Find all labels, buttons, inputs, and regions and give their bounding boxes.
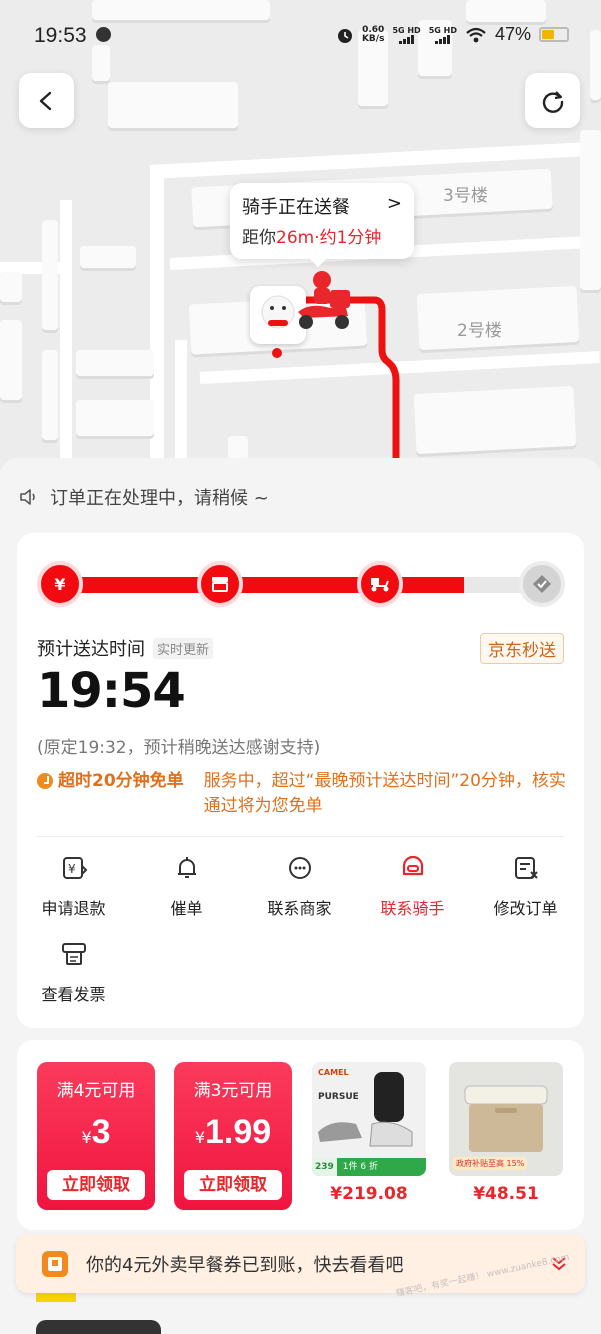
coupon-gift-icon: [42, 1250, 68, 1277]
back-arrow-icon: [39, 91, 51, 110]
processing-notice: 订单正在处理中，请稍候 ~: [18, 484, 269, 510]
bottom-item-peek: [36, 1320, 161, 1334]
coupon-recommend-card: 满4元可用 ¥3 立即领取 满3元可用 ¥1.99 立即领取 CAMEL PUR…: [17, 1040, 584, 1230]
jd-express-badge: 京东秒送: [480, 633, 564, 664]
sim1-label: 5G HD: [392, 25, 421, 35]
eta-label-row: 预计送达时间 实时更新: [37, 635, 214, 661]
coupon-arrival-toast[interactable]: 你的4元外卖早餐券已到账，快去看看吧 赚客吧，有奖一起赚！ www.zuanke…: [16, 1234, 585, 1299]
edit-order-icon: [514, 857, 538, 879]
contact-merchant-button[interactable]: 联系商家: [243, 853, 356, 919]
ticket-icon: [48, 1256, 62, 1271]
late-guarantee-desc: 服务中，超过“最晚预计送达时间”20分钟，核实通过将为您免单: [203, 771, 566, 816]
product-subsidy-badge: 政府补贴至高 15%: [453, 1157, 528, 1170]
divider: [37, 836, 564, 837]
coupon-threshold: 满4元可用: [56, 1081, 136, 1101]
view-invoice-button[interactable]: 查看发票: [17, 939, 130, 1005]
rider-distance: 26m·约1分钟: [276, 228, 382, 248]
product-image: 政府补贴至高 15%: [449, 1062, 563, 1176]
claim-coupon-button[interactable]: 立即领取: [184, 1170, 282, 1200]
product-shoes[interactable]: CAMEL PURSUE 239 1件 6 折 ¥219.08: [312, 1062, 426, 1204]
step-payment: ¥: [37, 561, 83, 607]
step-delivered: [519, 561, 565, 607]
refund-icon: ¥: [62, 857, 87, 879]
product-badge-num: 239: [312, 1158, 337, 1176]
realtime-tag: 实时更新: [153, 637, 214, 659]
net-speed-unit: KB/s: [361, 33, 385, 44]
back-button[interactable]: [19, 73, 74, 128]
wifi-icon: [466, 27, 486, 42]
coupon-card[interactable]: 满3元可用 ¥1.99 立即领取: [174, 1062, 292, 1210]
coupon-amount: 3: [91, 1113, 111, 1151]
delivery-progress: ¥: [37, 561, 565, 607]
toast-text: 你的4元外卖早餐券已到账，快去看看吧: [86, 1254, 404, 1276]
store-pin-dot: [272, 348, 282, 358]
claim-coupon-button[interactable]: 立即领取: [47, 1170, 145, 1200]
contact-rider-label: 联系骑手: [380, 899, 445, 918]
battery-percent: 47%: [494, 24, 531, 44]
svg-text:¥: ¥: [68, 862, 76, 876]
coupon-card[interactable]: 满4元可用 ¥3 立即领取: [37, 1062, 155, 1210]
step-delivering: [357, 561, 403, 607]
rider-status-bubble[interactable]: 骑手正在送餐 > 距你26m·约1分钟: [230, 183, 414, 267]
coupon-currency: ¥: [81, 1128, 92, 1147]
late-guarantee[interactable]: 超时20分钟免单 服务中，超过“最晚预计送达时间”20分钟，核实通过将为您免单: [37, 769, 567, 819]
bell-icon: [177, 857, 196, 878]
modify-order-button[interactable]: 修改订单: [469, 853, 582, 919]
rider-icon: [402, 855, 423, 876]
rider-status-title: 骑手正在送餐: [242, 197, 350, 218]
rider-scooter-icon[interactable]: [290, 268, 356, 334]
product-cooler[interactable]: 政府补贴至高 15% ¥48.51: [449, 1062, 563, 1204]
clock: 19:53: [34, 24, 87, 47]
original-eta-note: (原定19:32，预计稍晚送达感谢支持): [37, 738, 321, 758]
net-speed: 0.60 KB/s: [361, 25, 385, 44]
speaker-icon: [20, 489, 35, 505]
contact-rider-button[interactable]: 联系骑手: [356, 853, 469, 919]
battery-icon: [539, 27, 569, 42]
status-bar: 19:53 0.60 KB/s 5G HD 5G HD 47%: [0, 0, 601, 70]
merchant-chat-icon: [288, 857, 311, 879]
chevron-right-icon: >: [386, 193, 402, 214]
watermark: 赚客吧，有奖一起赚！ www.zuanke8.com: [395, 1252, 571, 1300]
urge-order-button[interactable]: 催单: [130, 853, 243, 919]
late-guarantee-title: 超时20分钟免单: [58, 771, 184, 791]
eta-label: 预计送达时间: [37, 639, 145, 660]
modify-order-label: 修改订单: [493, 899, 558, 918]
alarm-icon: [337, 28, 352, 43]
product-price: ¥48.51: [473, 1184, 539, 1204]
eta-time: 19:54: [37, 663, 186, 719]
clock-icon: [37, 773, 53, 789]
coupon-currency: ¥: [194, 1128, 205, 1147]
check-icon: [533, 575, 551, 593]
delivery-status-card: ¥ 预计送达时间 实时更新 京东秒送 19:54 (原定19:32，预计稍晚送达…: [17, 533, 584, 1028]
sim2-signal-icon: 5G HD: [429, 26, 457, 44]
map-view[interactable]: 3号楼 2号楼 骑手正在送餐 > 距你26m·约1分钟 19:53 0.60 K…: [0, 0, 601, 470]
refresh-icon: [542, 90, 563, 113]
contact-merchant-label: 联系商家: [267, 899, 332, 918]
message-notification-icon: [96, 27, 111, 42]
sim1-signal-icon: 5G HD: [392, 25, 421, 44]
notice-text: 订单正在处理中，请稍候 ~: [50, 488, 269, 509]
product-badge-text: 1件 6 折: [342, 1162, 378, 1172]
coupon-amount: 1.99: [205, 1113, 272, 1151]
refund-label: 申请退款: [41, 899, 106, 918]
product-image: CAMEL PURSUE 239 1件 6 折: [312, 1062, 426, 1176]
urge-order-label: 催单: [170, 899, 203, 918]
refresh-button[interactable]: [525, 73, 580, 128]
refund-button[interactable]: ¥ 申请退款: [17, 853, 130, 919]
yen-icon: ¥: [54, 574, 66, 594]
distance-prefix: 距你: [242, 228, 276, 248]
view-invoice-label: 查看发票: [41, 985, 106, 1004]
sim2-label: 5G HD: [428, 25, 457, 35]
coupon-threshold: 满3元可用: [193, 1081, 273, 1101]
step-merchant: [197, 561, 243, 607]
scooter-icon: [371, 578, 389, 592]
invoice-icon: [61, 943, 86, 965]
store-icon: [212, 577, 228, 592]
order-sheet: 订单正在处理中，请稍候 ~ ¥ 预计送达时间 实时更新 京东秒送 19:54 (…: [0, 458, 601, 1334]
product-price: ¥219.08: [330, 1184, 408, 1204]
